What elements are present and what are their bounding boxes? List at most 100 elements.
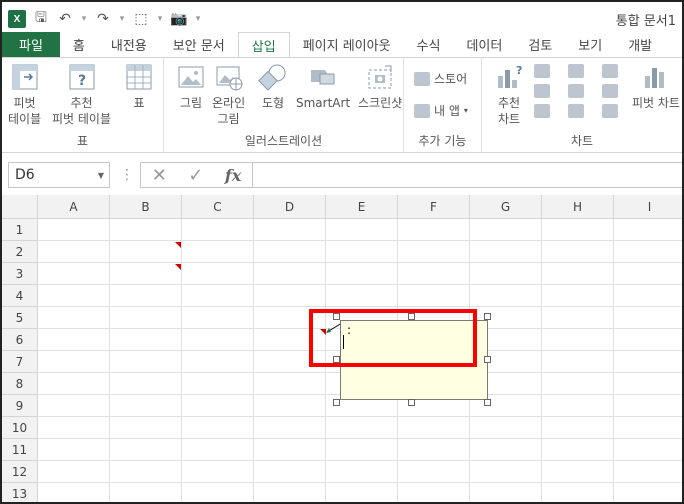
pivot-chart-icon <box>644 68 664 88</box>
shapes-button[interactable]: 도형 <box>258 62 288 111</box>
tab-home[interactable]: 홈 <box>60 32 98 57</box>
row-header-1[interactable]: 1 <box>2 219 38 241</box>
resize-handle-s[interactable] <box>408 399 415 406</box>
my-apps-button[interactable]: 내 앱 ▾ <box>414 102 468 119</box>
pie-chart-icon[interactable] <box>602 64 618 78</box>
column-header-b[interactable]: B <box>110 195 182 219</box>
combo-chart-icon[interactable] <box>534 104 550 118</box>
svg-text:?: ? <box>77 73 85 89</box>
gridline <box>38 460 682 461</box>
line-chart-icon[interactable] <box>568 64 584 78</box>
group-tables-label: 표 <box>76 134 89 148</box>
column-header-a[interactable]: A <box>38 195 110 219</box>
chart-type-gallery <box>534 64 636 118</box>
comment-indicator-b3[interactable] <box>175 264 181 270</box>
online-picture-button[interactable]: 온라인 그림 <box>212 62 245 127</box>
formula-input[interactable] <box>252 162 682 188</box>
tab-page-layout[interactable]: 페이지 레이아웃 <box>290 32 404 57</box>
tab-file[interactable]: 파일 <box>2 32 60 57</box>
column-header-g[interactable]: G <box>470 195 542 219</box>
my-apps-dropdown-icon: ▾ <box>463 106 468 115</box>
formula-buttons: ✕ ✓ fx <box>140 162 252 188</box>
resize-handle-ne[interactable] <box>484 313 491 320</box>
smartart-button[interactable]: SmartArt <box>296 62 350 111</box>
group-charts-label: 차트 <box>570 134 594 148</box>
picture-button[interactable]: 그림 <box>176 62 206 111</box>
pivot-chart-button[interactable]: 피벗 차트 <box>632 62 680 111</box>
insert-function-icon[interactable]: fx <box>225 166 241 185</box>
undo-icon[interactable]: ↶ <box>56 11 74 27</box>
row-header-11[interactable]: 11 <box>2 439 38 461</box>
select-all-button[interactable] <box>2 195 38 219</box>
tab-review[interactable]: 검토 <box>515 32 565 57</box>
name-box-dropdown-icon[interactable]: ▼ <box>98 171 104 180</box>
row-header-13[interactable]: 13 <box>2 483 38 502</box>
gridline <box>38 416 682 417</box>
tab-insert[interactable]: 삽입 <box>237 32 290 57</box>
gridline <box>109 219 110 502</box>
resize-handle-e[interactable] <box>484 356 491 363</box>
row-header-6[interactable]: 6 <box>2 329 38 351</box>
row-header-2[interactable]: 2 <box>2 241 38 263</box>
row-header-3[interactable]: 3 <box>2 263 38 285</box>
recommended-charts-button[interactable]: ? 추천 차트 <box>494 62 524 127</box>
tab-developer[interactable]: 개발 <box>615 32 665 57</box>
tab-secure-document[interactable]: 보안 문서 <box>160 32 238 57</box>
selection-dropdown-icon[interactable]: ▾ <box>156 14 164 24</box>
resize-handle-sw[interactable] <box>333 399 340 406</box>
annotation-highlight-box <box>309 309 477 367</box>
smartart-icon <box>311 70 335 85</box>
column-header-d[interactable]: D <box>254 195 326 219</box>
screenshot-button[interactable]: 스크린샷 <box>358 62 402 111</box>
table-button[interactable]: 표 <box>124 62 154 111</box>
tab-personal[interactable]: 내전용 <box>98 32 160 57</box>
row-header-7[interactable]: 7 <box>2 351 38 373</box>
row-header-5[interactable]: 5 <box>2 307 38 329</box>
shapes-icon <box>258 64 286 91</box>
redo-icon[interactable]: ↷ <box>94 11 112 27</box>
area-chart-icon[interactable] <box>568 84 584 98</box>
group-illustrations-label: 일러스트레이션 <box>244 134 323 148</box>
column-header-f[interactable]: F <box>398 195 470 219</box>
group-tables: 피벗 테이블 ? 추천 피벗 테이블 표 표 <box>2 58 164 152</box>
gridline <box>541 219 542 502</box>
radar-chart-icon[interactable] <box>602 104 618 118</box>
comment-indicator-b2[interactable] <box>175 242 181 248</box>
row-header-10[interactable]: 10 <box>2 417 38 439</box>
stock-chart-icon[interactable] <box>568 104 584 118</box>
column-chart-icon[interactable] <box>534 64 550 78</box>
store-button[interactable]: 스토어 <box>414 70 467 87</box>
row-header-8[interactable]: 8 <box>2 373 38 395</box>
redo-dropdown-icon[interactable]: ▾ <box>118 14 126 24</box>
row-header-9[interactable]: 9 <box>2 395 38 417</box>
tab-data[interactable]: 데이터 <box>453 32 515 57</box>
row-header-4[interactable]: 4 <box>2 285 38 307</box>
tab-view[interactable]: 보기 <box>565 32 615 57</box>
undo-dropdown-icon[interactable]: ▾ <box>80 14 88 24</box>
column-header-c[interactable]: C <box>182 195 254 219</box>
resize-handle-se[interactable] <box>484 399 491 406</box>
online-picture-label: 온라인 그림 <box>212 96 246 126</box>
selection-icon[interactable]: ⬚ <box>132 11 150 27</box>
row-header-12[interactable]: 12 <box>2 461 38 483</box>
excel-window: X 🖫 ↶ ▾ ↷ ▾ ⬚ ▾ 📷 ▾ 통합 문서1 파일 홈 내전용 보안 문… <box>0 0 684 504</box>
tab-formulas[interactable]: 수식 <box>404 32 454 57</box>
camera-icon[interactable]: 📷 <box>170 11 188 27</box>
save-icon[interactable]: 🖫 <box>32 7 50 31</box>
recommended-pivot-button[interactable]: ? 추천 피벗 테이블 <box>52 62 111 127</box>
name-box[interactable]: D6 ▼ <box>8 162 110 188</box>
cancel-icon[interactable]: ✕ <box>152 165 167 186</box>
scatter-chart-icon[interactable] <box>602 84 618 98</box>
bar-chart-icon[interactable] <box>534 84 550 98</box>
my-apps-label: 내 앱 <box>434 104 460 118</box>
my-apps-icon <box>414 103 430 118</box>
column-header-h[interactable]: H <box>542 195 614 219</box>
picture-label: 그림 <box>179 96 203 110</box>
column-header-i[interactable]: I <box>614 195 682 219</box>
enter-icon[interactable]: ✓ <box>188 165 203 186</box>
column-header-e[interactable]: E <box>326 195 398 219</box>
pivot-table-button[interactable]: 피벗 테이블 <box>8 62 41 127</box>
ribbon-insert: 피벗 테이블 ? 추천 피벗 테이블 표 표 그림 온라인 그림 도형 Smar… <box>2 57 682 153</box>
table-label: 표 <box>133 96 145 110</box>
customize-qat-icon[interactable]: ▾ <box>194 14 202 24</box>
